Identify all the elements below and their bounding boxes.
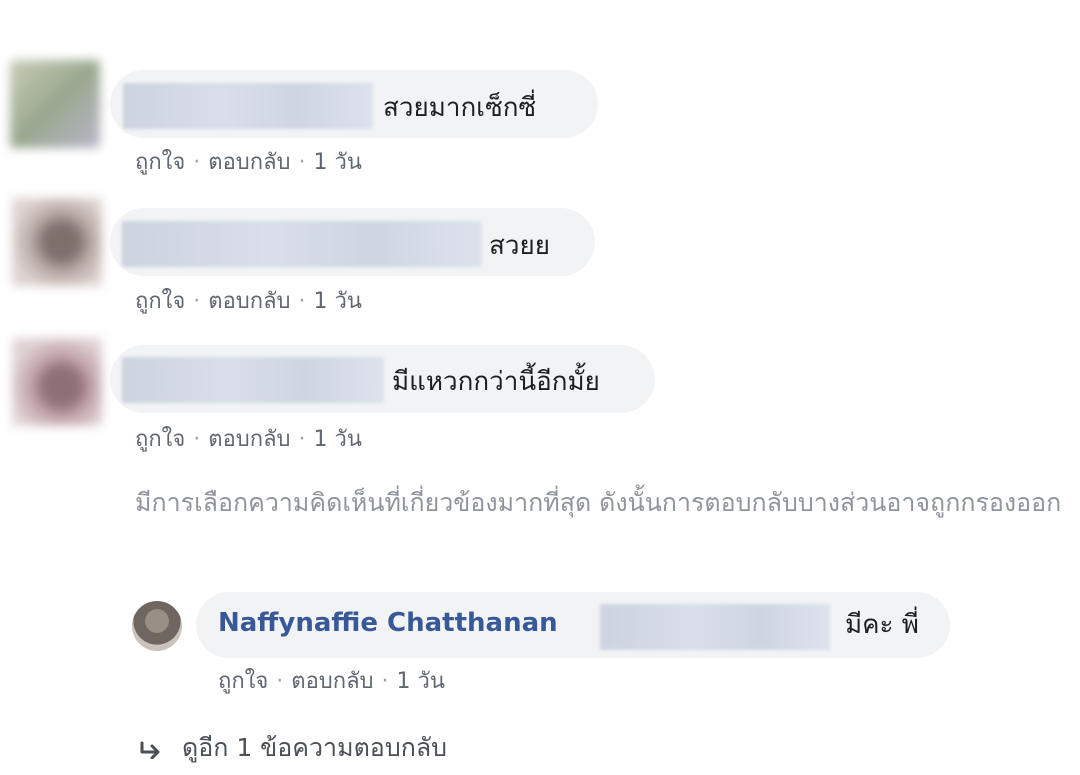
like-link[interactable]: ถูกใจ bbox=[135, 150, 185, 175]
comment-actions: ถูกใจ · ตอบกลับ · 1 วัน bbox=[135, 150, 362, 175]
reply-actions: ถูกใจ · ตอบกลับ · 1 วัน bbox=[218, 669, 445, 694]
timestamp[interactable]: 1 วัน bbox=[397, 669, 445, 694]
comment-actions: ถูกใจ · ตอบกลับ · 1 วัน bbox=[135, 289, 362, 314]
comment-actions: ถูกใจ · ตอบกลับ · 1 วัน bbox=[135, 427, 362, 452]
like-link[interactable]: ถูกใจ bbox=[135, 289, 185, 314]
redacted-text bbox=[600, 604, 830, 650]
like-link[interactable]: ถูกใจ bbox=[135, 427, 185, 452]
reply-author-name[interactable]: Naffynaffie Chatthanan bbox=[218, 608, 558, 638]
timestamp[interactable]: 1 วัน bbox=[314, 150, 362, 175]
reply-link[interactable]: ตอบกลับ bbox=[208, 289, 290, 314]
reply-link[interactable]: ตอบกลับ bbox=[208, 150, 290, 175]
comment-text: สวยย bbox=[489, 231, 550, 261]
avatar[interactable] bbox=[132, 601, 182, 651]
avatar[interactable] bbox=[10, 60, 100, 148]
filter-notice: มีการเลือกความคิดเห็นที่เกี่ยวข้องมากที่… bbox=[135, 488, 1062, 517]
redacted-author-name bbox=[123, 83, 373, 129]
view-more-label: ดูอีก 1 ข้อความตอบกลับ bbox=[182, 733, 448, 762]
avatar[interactable] bbox=[12, 338, 102, 426]
comment-text: มีแหวกกว่านี้อีกมั้ย bbox=[392, 367, 600, 397]
avatar[interactable] bbox=[12, 198, 102, 286]
reply-arrow-icon bbox=[140, 735, 166, 765]
view-more-replies-link[interactable]: ดูอีก 1 ข้อความตอบกลับ bbox=[140, 733, 447, 765]
reply-text: มีคะ พี่ bbox=[845, 610, 919, 640]
like-link[interactable]: ถูกใจ bbox=[218, 669, 268, 694]
comments-section: สวยมากเซ็กซี่ ถูกใจ · ตอบกลับ · 1 วัน สวยย ถ… bbox=[0, 0, 1080, 775]
timestamp[interactable]: 1 วัน bbox=[314, 427, 362, 452]
redacted-author-name bbox=[122, 357, 384, 403]
reply-link[interactable]: ตอบกลับ bbox=[208, 427, 290, 452]
reply-link[interactable]: ตอบกลับ bbox=[291, 669, 373, 694]
timestamp[interactable]: 1 วัน bbox=[314, 289, 362, 314]
comment-text: สวยมากเซ็กซี่ bbox=[383, 93, 537, 123]
redacted-author-name bbox=[122, 221, 482, 267]
